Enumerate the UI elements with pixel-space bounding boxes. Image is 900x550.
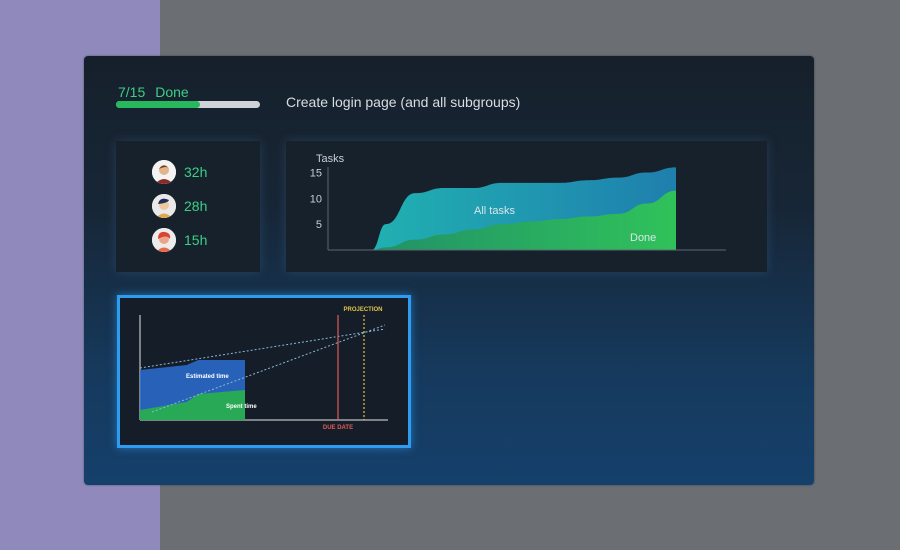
person-hours: 15h: [184, 232, 208, 248]
series-label-done: Done: [630, 232, 656, 244]
projection-label: PROJECTION: [343, 307, 382, 313]
progress-bar-fill: [116, 101, 200, 108]
y-tick-label: 5: [316, 219, 322, 231]
y-tick-label: 15: [310, 168, 322, 180]
person-row[interactable]: 32h: [152, 159, 207, 185]
avatar-person-icon: [152, 194, 176, 218]
y-axis-label: Tasks: [316, 153, 345, 165]
projection-chart-card[interactable]: Estimated time Spent time DUE DATE PROJECTI…: [117, 295, 411, 448]
person-hours: 28h: [184, 198, 208, 214]
person-row[interactable]: 15h: [152, 227, 207, 253]
due-date-label: DUE DATE: [323, 425, 353, 431]
series-label-all-tasks: All tasks: [474, 205, 515, 217]
tasks-chart-card: Tasks 15 10 5 All tasks Done: [286, 141, 767, 272]
estimated-time-label: Estimated time: [186, 374, 229, 380]
progress-summary: 7/15 Done: [118, 84, 199, 100]
spent-time-label: Spent time: [226, 404, 257, 410]
avatar-woman-icon: [152, 228, 176, 252]
dashboard-panel: 7/15 Done Create login page (and all subg…: [84, 56, 814, 485]
progress-bar: [116, 101, 260, 108]
tasks-area-chart: Tasks 15 10 5 All tasks Done: [310, 153, 726, 251]
time-by-person-card: 32h 28h 15h: [116, 141, 260, 272]
projection-chart: Estimated time Spent time DUE DATE PROJECTI…: [139, 307, 388, 431]
task-title[interactable]: Create login page (and all subgroups): [286, 94, 520, 110]
y-tick-label: 10: [310, 193, 322, 205]
person-hours: 32h: [184, 164, 208, 180]
progress-count: 7/15: [118, 84, 146, 100]
estimated-projection-line: [139, 328, 386, 369]
avatar-man-icon: [152, 160, 176, 184]
progress-status: Done: [155, 84, 189, 100]
person-row[interactable]: 28h: [152, 193, 207, 219]
